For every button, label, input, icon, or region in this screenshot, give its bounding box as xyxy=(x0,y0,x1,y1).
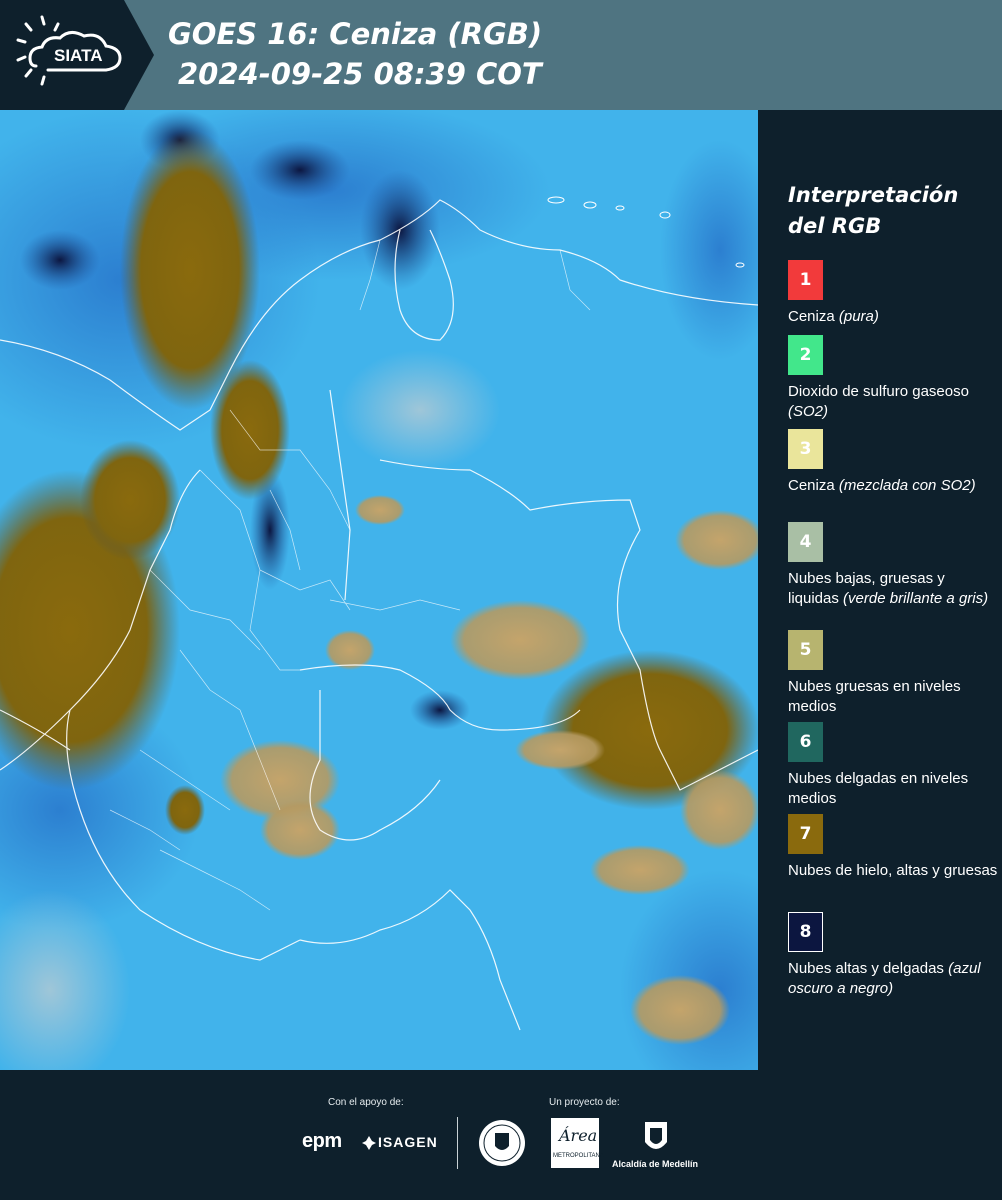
page-title: GOES 16: Ceniza (RGB) 2024-09-25 08:39 C… xyxy=(168,14,542,94)
legend-title: Interpretación del RGB xyxy=(788,183,959,238)
footer: Con el apoyo de: Un proyecto de: epm ISA… xyxy=(0,1070,1002,1200)
legend-item-1: 1 Ceniza (pura) xyxy=(788,260,998,327)
legend-label: Nubes gruesas en niveles medios xyxy=(788,678,961,715)
legend-swatch: 5 xyxy=(788,630,823,670)
legend-item-3: 3 Ceniza (mezclada con SO2) xyxy=(788,429,998,496)
legend-swatch: 3 xyxy=(788,429,823,469)
legend-label: Dioxido de sulfuro gaseoso (SO2) xyxy=(788,383,969,420)
university-seal-icon[interactable] xyxy=(477,1118,527,1168)
legend-swatch: 2 xyxy=(788,335,823,375)
legend-swatch: 7 xyxy=(788,814,823,854)
epm-logo[interactable]: epm xyxy=(302,1130,342,1153)
legend-item-6: 6 Nubes delgadas en niveles medios xyxy=(788,722,998,809)
isagen-icon xyxy=(362,1136,376,1150)
isagen-logo[interactable]: ISAGEN xyxy=(378,1134,438,1150)
legend-swatch: 6 xyxy=(788,722,823,762)
medellin-coat-of-arms-icon xyxy=(645,1122,667,1149)
legend-swatch: 8 xyxy=(788,912,823,952)
legend-label: Nubes delgadas en niveles medios xyxy=(788,770,969,807)
legend-label: Ceniza (mezclada con SO2) xyxy=(788,477,976,494)
footer-divider xyxy=(457,1117,458,1169)
legend-label: Ceniza (pura) xyxy=(788,308,879,325)
area-metropolitana-logo: Área xyxy=(559,1126,598,1145)
legend-label: Nubes bajas, gruesas y liquidas (verde b… xyxy=(788,570,989,607)
support-label: Con el apoyo de: xyxy=(328,1097,404,1108)
legend-swatch: 4 xyxy=(788,522,823,562)
area-metropolitana-sub: METROPOLITANA xyxy=(553,1153,604,1159)
legend-item-5: 5 Nubes gruesas en niveles medios xyxy=(788,630,998,717)
satellite-image xyxy=(0,110,758,1070)
legend-item-7: 7 Nubes de hielo, altas y gruesas xyxy=(788,814,998,881)
legend-swatch: 1 xyxy=(788,260,823,300)
title-product: GOES 16: Ceniza (RGB) xyxy=(168,17,543,51)
rgb-legend: Interpretación del RGB 1 Ceniza (pura) 2… xyxy=(758,110,1002,1070)
header-bar: SIATA GOES 16: Ceniza (RGB) 2024-09-25 0… xyxy=(0,0,1002,110)
legend-label: Nubes altas y delgadas (azul oscuro a ne… xyxy=(788,960,981,997)
legend-label: Nubes de hielo, altas y gruesas xyxy=(788,862,998,879)
siata-logo-text: SIATA xyxy=(54,46,103,65)
legend-item-8: 8 Nubes altas y delgadas (azul oscuro a … xyxy=(788,912,998,999)
title-timestamp: 2024-09-25 08:39 COT xyxy=(178,57,542,91)
project-label: Un proyecto de: xyxy=(549,1097,620,1108)
siata-logo[interactable]: SIATA xyxy=(0,0,158,110)
alcaldia-logo[interactable]: Alcaldía de Medellín xyxy=(612,1159,698,1169)
legend-item-4: 4 Nubes bajas, gruesas y liquidas (verde… xyxy=(788,522,998,609)
legend-item-2: 2 Dioxido de sulfuro gaseoso (SO2) xyxy=(788,335,998,422)
